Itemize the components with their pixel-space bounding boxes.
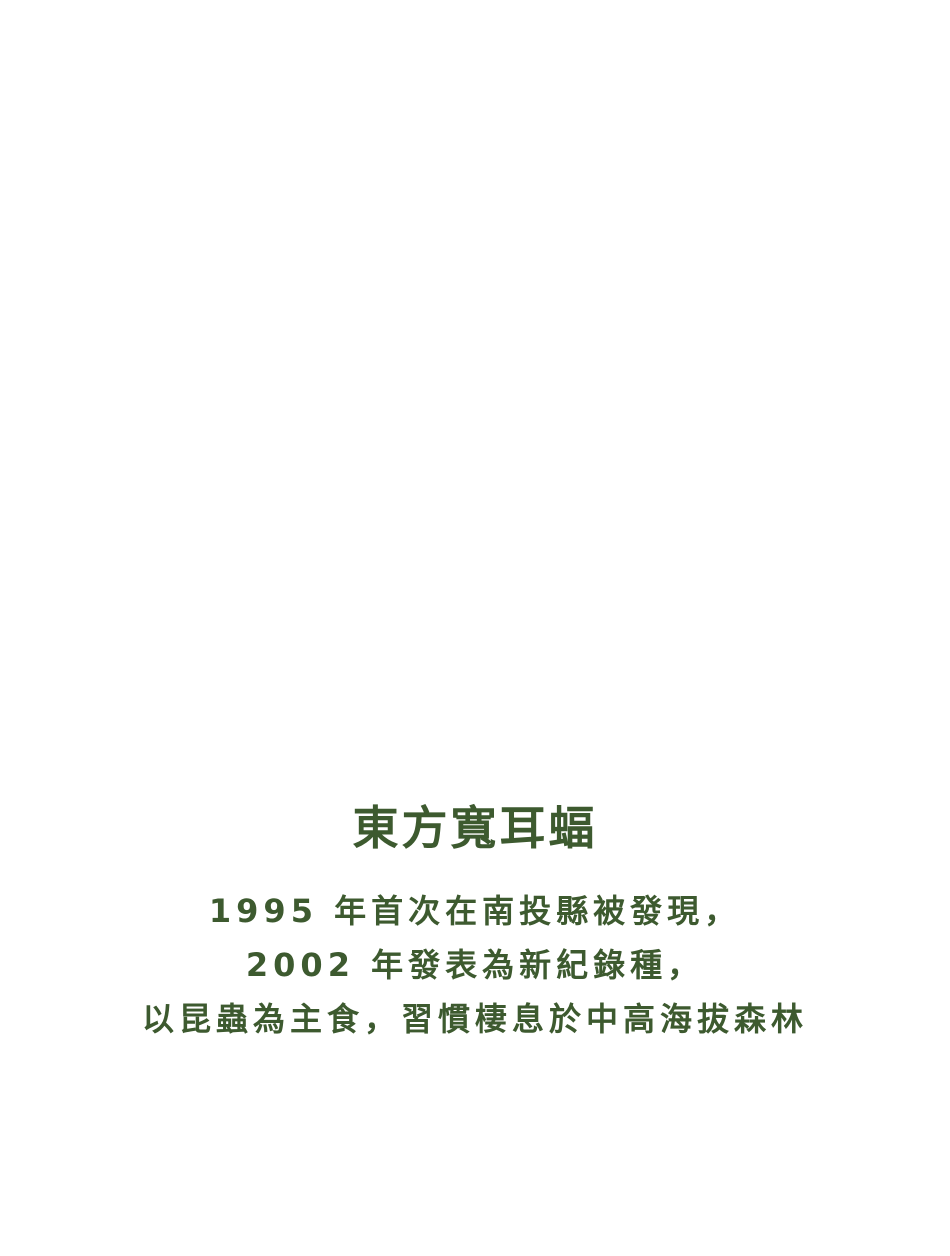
- species-caption: 東方寬耳蝠 1995 年首次在南投縣被發現， 2002 年發表為新紀錄種， 以昆…: [0, 796, 950, 1046]
- species-card: 東方寬耳蝠 1995 年首次在南投縣被發現， 2002 年發表為新紀錄種， 以昆…: [0, 0, 950, 1256]
- description-line-3: 以昆蟲為主食，習慣棲息於中高海拔森林: [141, 1000, 808, 1038]
- species-title: 東方寬耳蝠: [352, 801, 598, 855]
- description-line-2: 2002 年發表為新紀錄種，: [245, 946, 705, 984]
- description-line-1: 1995 年首次在南投縣被發現，: [208, 892, 742, 930]
